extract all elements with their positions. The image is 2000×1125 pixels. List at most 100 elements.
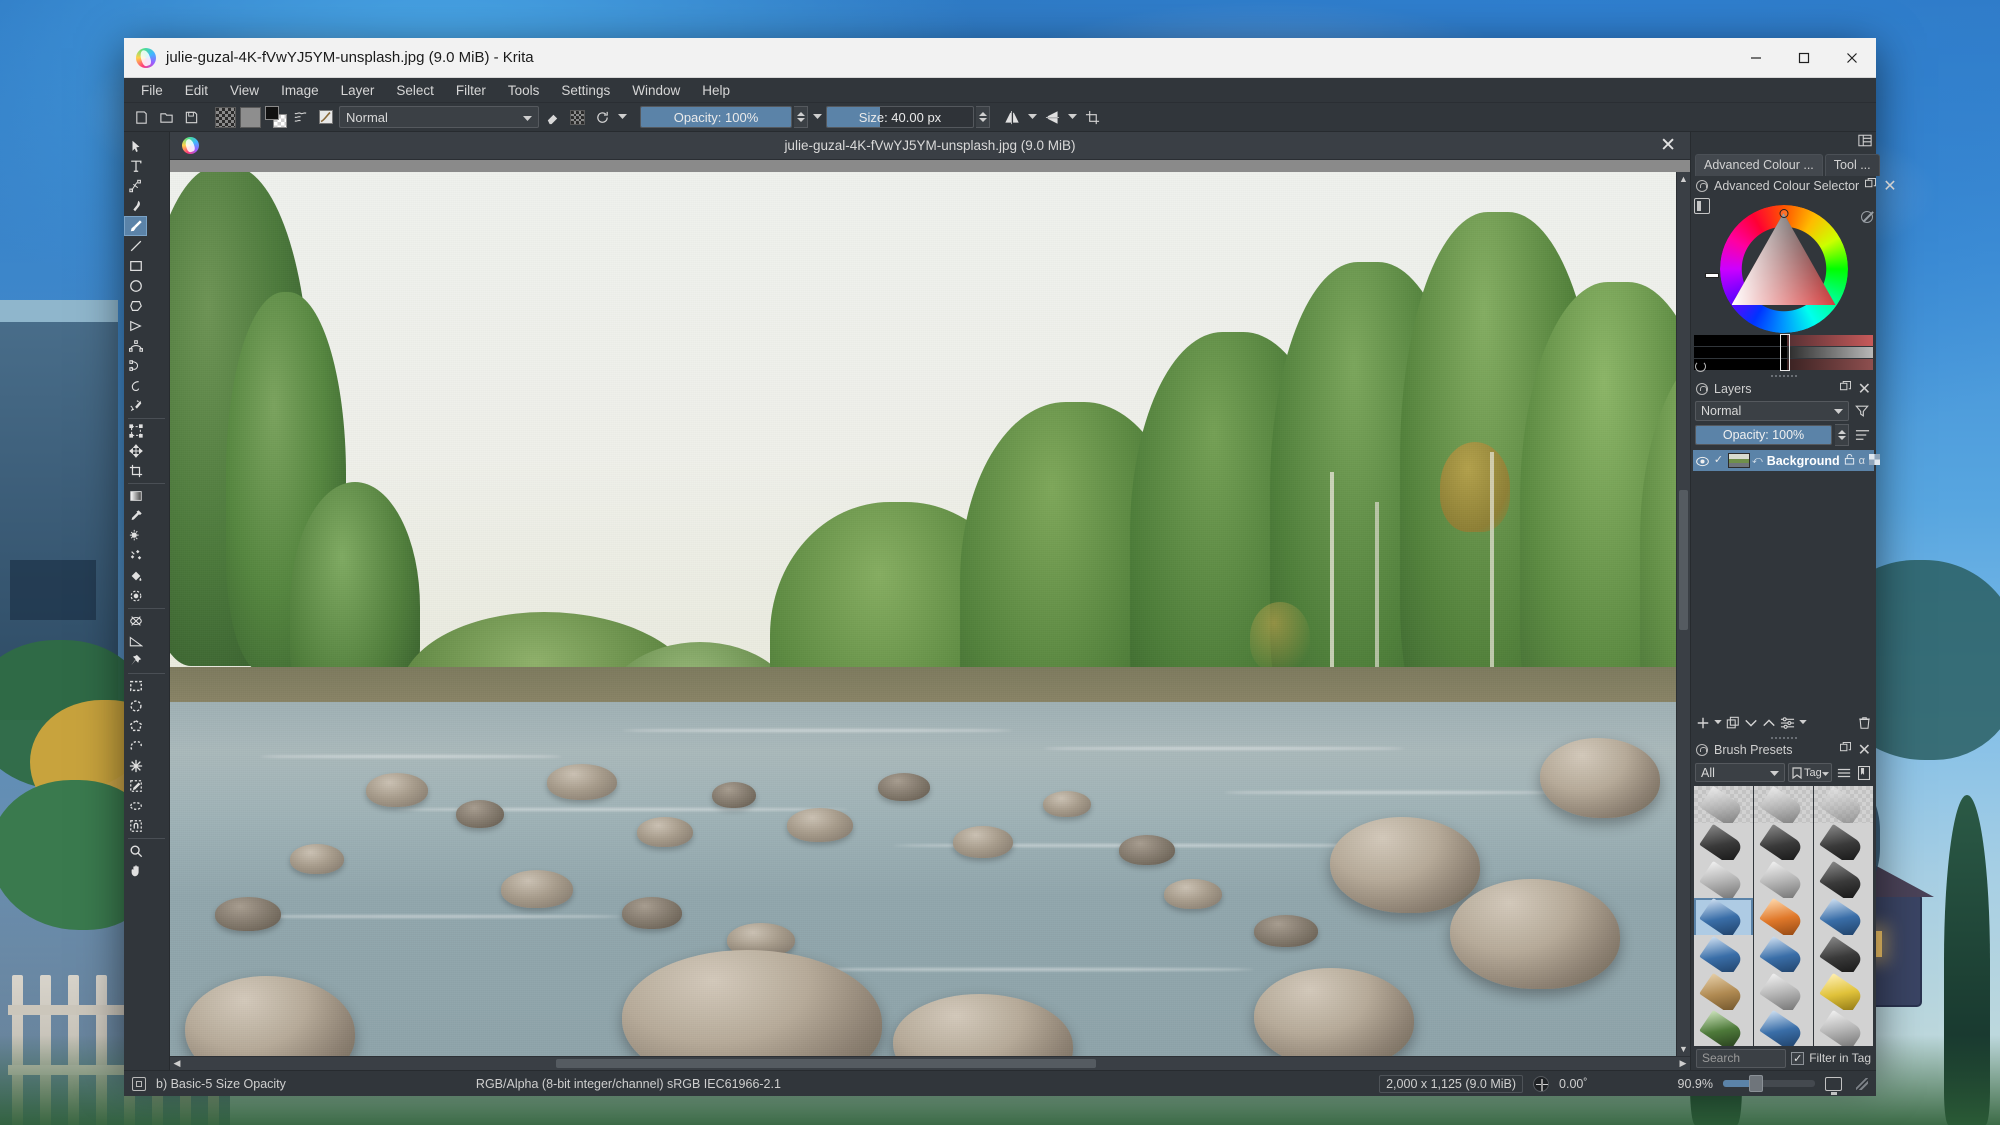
layer-alpha-lock-icon[interactable] bbox=[1869, 454, 1880, 468]
menu-select[interactable]: Select bbox=[385, 80, 445, 101]
minimize-button[interactable] bbox=[1732, 38, 1780, 78]
tool-enclose-fill[interactable] bbox=[124, 586, 147, 606]
layer-options-icon[interactable] bbox=[1852, 425, 1872, 445]
window-resize-grip[interactable] bbox=[1856, 1078, 1868, 1090]
dock-layout-toggle-icon[interactable] bbox=[1858, 134, 1872, 152]
advanced-colour-selector[interactable] bbox=[1691, 195, 1876, 373]
add-layer-icon[interactable] bbox=[1696, 716, 1710, 730]
tool-move[interactable] bbox=[124, 441, 147, 461]
tool-zoom[interactable] bbox=[124, 841, 147, 861]
tool-similar-color-select[interactable] bbox=[124, 776, 147, 796]
horizontal-mirror-dropdown-icon[interactable] bbox=[1026, 106, 1039, 129]
layer-properties-icon[interactable] bbox=[1780, 716, 1795, 730]
tool-assistant[interactable] bbox=[124, 611, 147, 631]
tool-text[interactable] bbox=[124, 156, 147, 176]
brush-preset-item[interactable] bbox=[1814, 1010, 1873, 1046]
pattern-swatch-icon[interactable] bbox=[214, 106, 237, 129]
add-layer-dropdown-icon[interactable] bbox=[1714, 720, 1722, 725]
delete-layer-icon[interactable] bbox=[1858, 716, 1871, 730]
blending-mode-combo[interactable]: Normal bbox=[339, 106, 539, 128]
gradient-swatch-icon[interactable] bbox=[239, 106, 262, 129]
layer-blending-mode-combo[interactable]: Normal bbox=[1695, 401, 1849, 421]
menu-layer[interactable]: Layer bbox=[330, 80, 386, 101]
window-titlebar[interactable]: julie-guzal-4K-fVwYJ5YM-unsplash.jpg (9.… bbox=[124, 38, 1876, 78]
menu-settings[interactable]: Settings bbox=[550, 80, 621, 101]
open-document-icon[interactable] bbox=[155, 106, 178, 129]
tool-contiguous-select[interactable] bbox=[124, 756, 147, 776]
value-marker[interactable] bbox=[1779, 209, 1788, 218]
tool-elliptical-select[interactable] bbox=[124, 696, 147, 716]
reset-colour-icon[interactable] bbox=[1695, 361, 1706, 372]
document-close-icon[interactable]: ✕ bbox=[1660, 136, 1676, 155]
layer-visibility-icon[interactable] bbox=[1696, 454, 1709, 467]
brush-preset-item[interactable] bbox=[1694, 1010, 1753, 1046]
vertical-scroll-thumb[interactable] bbox=[1679, 490, 1688, 630]
close-dock-icon[interactable]: ✕ bbox=[1858, 740, 1871, 760]
tool-pan[interactable] bbox=[124, 861, 147, 881]
tool-freehand-path[interactable] bbox=[124, 356, 147, 376]
size-slider[interactable]: Size: 40.00 px bbox=[826, 106, 974, 128]
menu-edit[interactable]: Edit bbox=[174, 80, 219, 101]
tool-smart-patch[interactable] bbox=[124, 546, 147, 566]
close-dock-icon[interactable]: ✕ bbox=[1858, 379, 1871, 399]
maximize-button[interactable] bbox=[1780, 38, 1828, 78]
brush-search-input[interactable]: Search bbox=[1696, 1049, 1786, 1068]
layer-checkbox[interactable]: ✓ bbox=[1713, 455, 1724, 466]
horizontal-scroll-thumb[interactable] bbox=[556, 1059, 1096, 1068]
tool-measure[interactable] bbox=[124, 631, 147, 651]
vertical-mirror-icon[interactable] bbox=[1041, 106, 1064, 129]
menu-image[interactable]: Image bbox=[270, 80, 330, 101]
menu-filter[interactable]: Filter bbox=[445, 80, 497, 101]
tool-polyline[interactable] bbox=[124, 316, 147, 336]
canvas-vertical-scrollbar[interactable]: ▲ ▼ bbox=[1676, 172, 1690, 1056]
tool-transform[interactable] bbox=[124, 421, 147, 441]
layer-alpha-icon[interactable]: α bbox=[1859, 455, 1865, 467]
save-document-icon[interactable] bbox=[180, 106, 203, 129]
dock-tab-tool-options[interactable]: Tool ... bbox=[1825, 154, 1880, 176]
menu-view[interactable]: View bbox=[219, 80, 270, 101]
tag-button[interactable]: Tag bbox=[1788, 763, 1832, 782]
brush-list-view-icon[interactable] bbox=[1835, 763, 1852, 783]
new-document-icon[interactable] bbox=[130, 106, 153, 129]
eraser-mode-icon[interactable] bbox=[541, 106, 564, 129]
tool-shape-select[interactable] bbox=[124, 136, 147, 156]
tool-bezier-curve[interactable] bbox=[124, 336, 147, 356]
tool-polygon[interactable] bbox=[124, 296, 147, 316]
menu-window[interactable]: Window bbox=[621, 80, 691, 101]
horizontal-mirror-icon[interactable] bbox=[1001, 106, 1024, 129]
move-layer-up-icon[interactable] bbox=[1762, 717, 1776, 729]
tool-rectangle[interactable] bbox=[124, 256, 147, 276]
tool-calligraphy[interactable] bbox=[124, 196, 147, 216]
lock-icon[interactable] bbox=[1696, 180, 1708, 192]
layer-properties-dropdown-icon[interactable] bbox=[1799, 720, 1807, 725]
tool-ellipse[interactable] bbox=[124, 276, 147, 296]
preserve-alpha-icon[interactable] bbox=[566, 106, 589, 129]
tool-multibrush[interactable] bbox=[124, 396, 147, 416]
tool-freehand-brush[interactable] bbox=[124, 216, 147, 236]
layer-opacity-spinner[interactable] bbox=[1835, 424, 1849, 446]
canvas-rotation-dial[interactable] bbox=[1533, 1076, 1549, 1092]
scroll-left-icon[interactable]: ◀ bbox=[170, 1057, 184, 1070]
tool-color-sampler[interactable] bbox=[124, 506, 147, 526]
brush-preset-icon[interactable] bbox=[314, 106, 337, 129]
close-dock-icon[interactable]: ✕ bbox=[1883, 176, 1896, 196]
lock-icon[interactable] bbox=[1696, 744, 1708, 756]
hue-marker[interactable] bbox=[1705, 273, 1719, 278]
move-layer-down-icon[interactable] bbox=[1744, 717, 1758, 729]
layer-lock-icon[interactable] bbox=[1844, 454, 1855, 468]
opacity-slider[interactable]: Opacity: 100% bbox=[640, 106, 792, 128]
foreground-background-color-icon[interactable] bbox=[264, 106, 287, 129]
scroll-up-icon[interactable]: ▲ bbox=[1677, 172, 1690, 186]
tool-line[interactable] bbox=[124, 236, 147, 256]
canvas-horizontal-scrollbar[interactable]: ◀ ▶ bbox=[170, 1056, 1690, 1070]
menu-help[interactable]: Help bbox=[691, 80, 741, 101]
tool-colorize-mask[interactable] bbox=[124, 526, 147, 546]
tool-polygonal-select[interactable] bbox=[124, 716, 147, 736]
menu-tools[interactable]: Tools bbox=[497, 80, 551, 101]
strip-marker[interactable] bbox=[1780, 334, 1790, 371]
float-dock-icon[interactable] bbox=[1840, 740, 1851, 760]
selection-mask-icon[interactable] bbox=[132, 1077, 146, 1091]
brush-preset-grid[interactable] bbox=[1691, 786, 1876, 1047]
tool-freehand-select[interactable] bbox=[124, 736, 147, 756]
layer-opacity-slider[interactable]: Opacity: 100% bbox=[1695, 425, 1832, 445]
